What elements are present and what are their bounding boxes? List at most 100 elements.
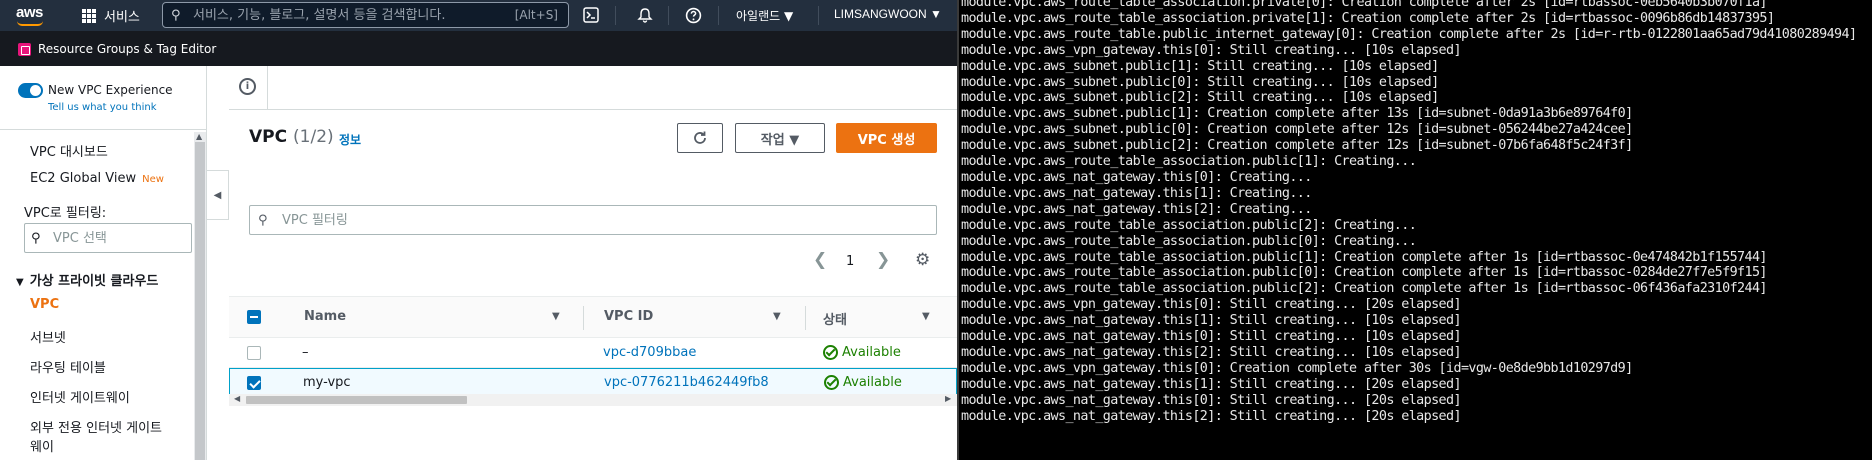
sort-down-icon[interactable]: ▼ [552, 311, 560, 322]
vpc-filter[interactable]: ⚲ [249, 205, 937, 235]
caret-down-icon: ▼ [16, 277, 24, 288]
current-page[interactable]: 1 [846, 254, 854, 269]
vpc-select-input[interactable] [53, 230, 191, 246]
table-row[interactable]: – vpc-d709bbae Available [229, 338, 957, 368]
terminal-line: module.vpc.aws_vpn_gateway.this[0]: Stil… [961, 297, 1462, 313]
title-text: VPC [249, 127, 288, 147]
column-header-vpc-id[interactable]: VPC ID [604, 309, 653, 324]
column-divider[interactable] [583, 306, 584, 330]
prev-page-icon[interactable]: ❮ [813, 250, 827, 270]
services-menu-button[interactable]: 서비스 [82, 6, 140, 25]
terminal-line: module.vpc.aws_route_table_association.p… [961, 0, 1767, 10]
vpc-id-link[interactable]: vpc-d709bbae [603, 345, 696, 360]
terminal-line: module.vpc.aws_route_table.public_intern… [961, 26, 1857, 42]
terminal-line: module.vpc.aws_subnet.public[1]: Creatio… [961, 106, 1633, 122]
tools-strip: i [229, 66, 957, 110]
account-menu[interactable]: LIMSANGWOON ▼ [834, 7, 942, 21]
refresh-icon [694, 131, 706, 144]
region-selector[interactable]: 아일랜드 ▼ [736, 7, 793, 24]
state-label: Available [843, 375, 902, 390]
services-label: 서비스 [104, 10, 140, 25]
terminal-line: module.vpc.aws_vpn_gateway.this[0]: Stil… [961, 42, 1462, 58]
feedback-link[interactable]: Tell us what you think [48, 102, 157, 113]
sidebar-item-vpc-dashboard[interactable]: VPC 대시보드 [30, 141, 108, 160]
global-search-input[interactable] [193, 7, 515, 23]
search-icon: ⚲ [31, 230, 41, 246]
terminal-line: module.vpc.aws_vpn_gateway.this[0]: Crea… [961, 360, 1633, 376]
terminal-line: module.vpc.aws_route_table_association.p… [961, 281, 1767, 297]
resource-groups-link[interactable]: Resource Groups & Tag Editor [18, 42, 216, 56]
next-page-icon[interactable]: ❯ [876, 250, 890, 270]
collapse-panel-button[interactable]: ◀ [207, 170, 229, 220]
top-navigation: aws 서비스 ⚲ [Alt+S] 아일랜드 ▼ LIMSANGWOON ▼ [0, 0, 957, 31]
sidebar-section-vpc[interactable]: ▼ 가상 프라이빗 클라우드 [16, 270, 158, 289]
scroll-left-icon[interactable]: ◀ [234, 394, 240, 403]
resource-groups-icon [18, 42, 31, 56]
global-search[interactable]: ⚲ [Alt+S] [162, 2, 569, 28]
nav-divider [668, 6, 669, 25]
terminal-line: module.vpc.aws_subnet.public[2]: Creatio… [961, 138, 1633, 154]
new-experience-toggle[interactable] [18, 83, 43, 98]
terminal-line: module.vpc.aws_nat_gateway.this[2]: Crea… [961, 201, 1312, 217]
column-header-name[interactable]: Name [304, 309, 346, 324]
vpc-filter-select[interactable]: ⚲ [24, 223, 192, 253]
gear-icon[interactable]: ⚙ [915, 250, 930, 270]
sidebar-item-egress-only-igw-wrap[interactable]: 웨이 [30, 436, 54, 455]
scrollbar-thumb[interactable] [246, 396, 467, 404]
aws-console: aws 서비스 ⚲ [Alt+S] 아일랜드 ▼ LIMSANGWOON ▼ [0, 0, 957, 460]
terminal-output: module.vpc.aws_route_table_association.p… [961, 0, 1857, 424]
terminal-line: module.vpc.aws_subnet.public[0]: Creatio… [961, 122, 1633, 138]
bell-icon[interactable] [634, 4, 656, 26]
sidebar-item-internet-gateways[interactable]: 인터넷 게이트웨이 [30, 387, 130, 406]
nav-divider [718, 6, 719, 25]
state-label: Available [842, 345, 901, 360]
sidebar: New VPC Experience Tell us what you thin… [0, 66, 207, 460]
table-horizontal-scrollbar[interactable]: ◀ ▶ [229, 394, 957, 406]
main-content: i VPC (1/2) 정보 작업 ▼ VPC 생성 ⚲ ❮ 1 ❯ ⚙ [229, 66, 957, 460]
aws-logo[interactable]: aws [16, 4, 43, 26]
row-checkbox[interactable] [247, 346, 261, 360]
select-all-checkbox[interactable] [247, 310, 261, 324]
info-icon[interactable]: i [239, 78, 256, 95]
terminal-line: module.vpc.aws_subnet.public[2]: Still c… [961, 90, 1439, 106]
vpc-id-link[interactable]: vpc-0776211b462449fb8 [604, 375, 769, 390]
column-divider[interactable] [805, 306, 806, 330]
toolstrip-divider [267, 66, 268, 110]
terminal-line: module.vpc.aws_route_table_association.p… [961, 217, 1417, 233]
terminal-line: module.vpc.aws_nat_gateway.this[0]: Stil… [961, 392, 1462, 408]
check-circle-icon [824, 375, 839, 390]
sort-down-icon[interactable]: ▼ [922, 311, 930, 322]
secondary-navigation: Resource Groups & Tag Editor [0, 31, 957, 66]
vpc-table-panel: VPC (1/2) 정보 작업 ▼ VPC 생성 ⚲ ❮ 1 ❯ ⚙ Name … [229, 110, 957, 460]
info-link[interactable]: 정보 [339, 131, 361, 148]
help-icon[interactable] [682, 4, 704, 26]
scrollbar-thumb[interactable] [195, 142, 205, 460]
sidebar-item-vpc[interactable]: VPC [30, 297, 59, 312]
vpc-filter-input[interactable] [282, 212, 936, 228]
terminal-window[interactable]: module.vpc.aws_route_table_association.p… [957, 0, 1872, 460]
search-icon: ⚲ [258, 212, 268, 228]
vpc-name: – [302, 345, 309, 360]
scroll-up-icon[interactable]: ▲ [196, 132, 202, 141]
cloudshell-icon[interactable] [580, 4, 602, 26]
page-title: VPC (1/2) [249, 127, 334, 147]
sidebar-item-label: EC2 Global View [30, 171, 137, 186]
refresh-button[interactable] [677, 123, 723, 153]
new-badge: New [142, 174, 164, 185]
sidebar-item-ec2-global-view[interactable]: EC2 Global View New [30, 171, 164, 186]
terminal-line: module.vpc.aws_nat_gateway.this[0]: Stil… [961, 329, 1462, 345]
sidebar-item-subnets[interactable]: 서브넷 [30, 327, 66, 346]
terminal-line: module.vpc.aws_nat_gateway.this[1]: Crea… [961, 185, 1312, 201]
scroll-right-icon[interactable]: ▶ [945, 394, 951, 403]
column-header-state[interactable]: 상태 [823, 309, 847, 328]
sidebar-scrollbar[interactable]: ▲ [194, 132, 206, 460]
terminal-line: module.vpc.aws_nat_gateway.this[2]: Stil… [961, 344, 1462, 360]
sidebar-item-route-tables[interactable]: 라우팅 테이블 [30, 357, 106, 376]
create-vpc-button[interactable]: VPC 생성 [836, 123, 937, 153]
sort-down-icon[interactable]: ▼ [773, 311, 781, 322]
sidebar-item-egress-only-igw[interactable]: 외부 전용 인터넷 게이트 [30, 417, 162, 436]
row-checkbox[interactable] [247, 376, 261, 390]
actions-button[interactable]: 작업 ▼ [735, 123, 825, 153]
terminal-line: module.vpc.aws_nat_gateway.this[0]: Crea… [961, 169, 1312, 185]
vpc-state: Available [824, 375, 902, 390]
